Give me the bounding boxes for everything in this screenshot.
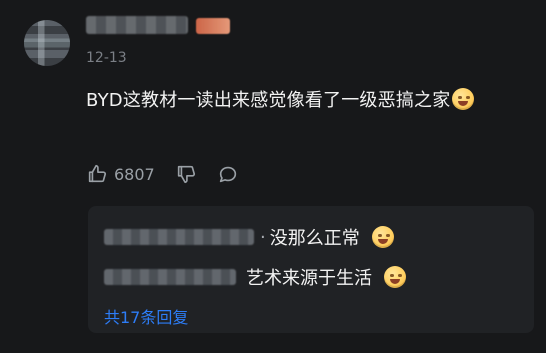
view-all-replies-link[interactable]: 共17条回复: [104, 304, 188, 328]
thumbs-up-icon: [86, 163, 108, 185]
replies-preview: · 没那么正常 艺术来源于生活 共17条回复: [88, 206, 534, 333]
comment-text: BYD这教材一读出来感觉像看了一级恶搞之家: [86, 90, 451, 111]
reply-text: 没那么正常: [269, 228, 360, 249]
username-blurred[interactable]: [86, 16, 188, 34]
reply-item[interactable]: 艺术来源于生活: [104, 262, 406, 292]
reply-text: 艺术来源于生活: [246, 268, 372, 289]
dislike-button[interactable]: [175, 163, 197, 185]
reply-button[interactable]: [217, 163, 239, 185]
reply-item[interactable]: · 没那么正常: [104, 222, 394, 252]
comment-body: BYD这教材一读出来感觉像看了一级恶搞之家: [86, 86, 526, 116]
comment-actions: 6807: [86, 160, 239, 188]
like-count: 6807: [114, 164, 155, 184]
reply-username-blurred[interactable]: [104, 269, 236, 285]
reply-username-blurred[interactable]: [104, 229, 254, 245]
grinning-sweat-emoji: [371, 226, 394, 248]
user-badge-blurred: [196, 18, 230, 34]
comment-date: 12-13: [86, 50, 127, 66]
comment-thread: 12-13 BYD这教材一读出来感觉像看了一级恶搞之家 6807 · 没那么正常…: [0, 0, 546, 353]
avatar[interactable]: [24, 20, 70, 66]
blushing-emoji: [384, 266, 406, 288]
laughing-with-tears-emoji: [452, 88, 475, 110]
reply-separator: ·: [260, 226, 266, 248]
comment-bubble-icon: [217, 163, 239, 185]
thumbs-down-icon: [175, 163, 197, 185]
like-button[interactable]: 6807: [86, 163, 155, 185]
